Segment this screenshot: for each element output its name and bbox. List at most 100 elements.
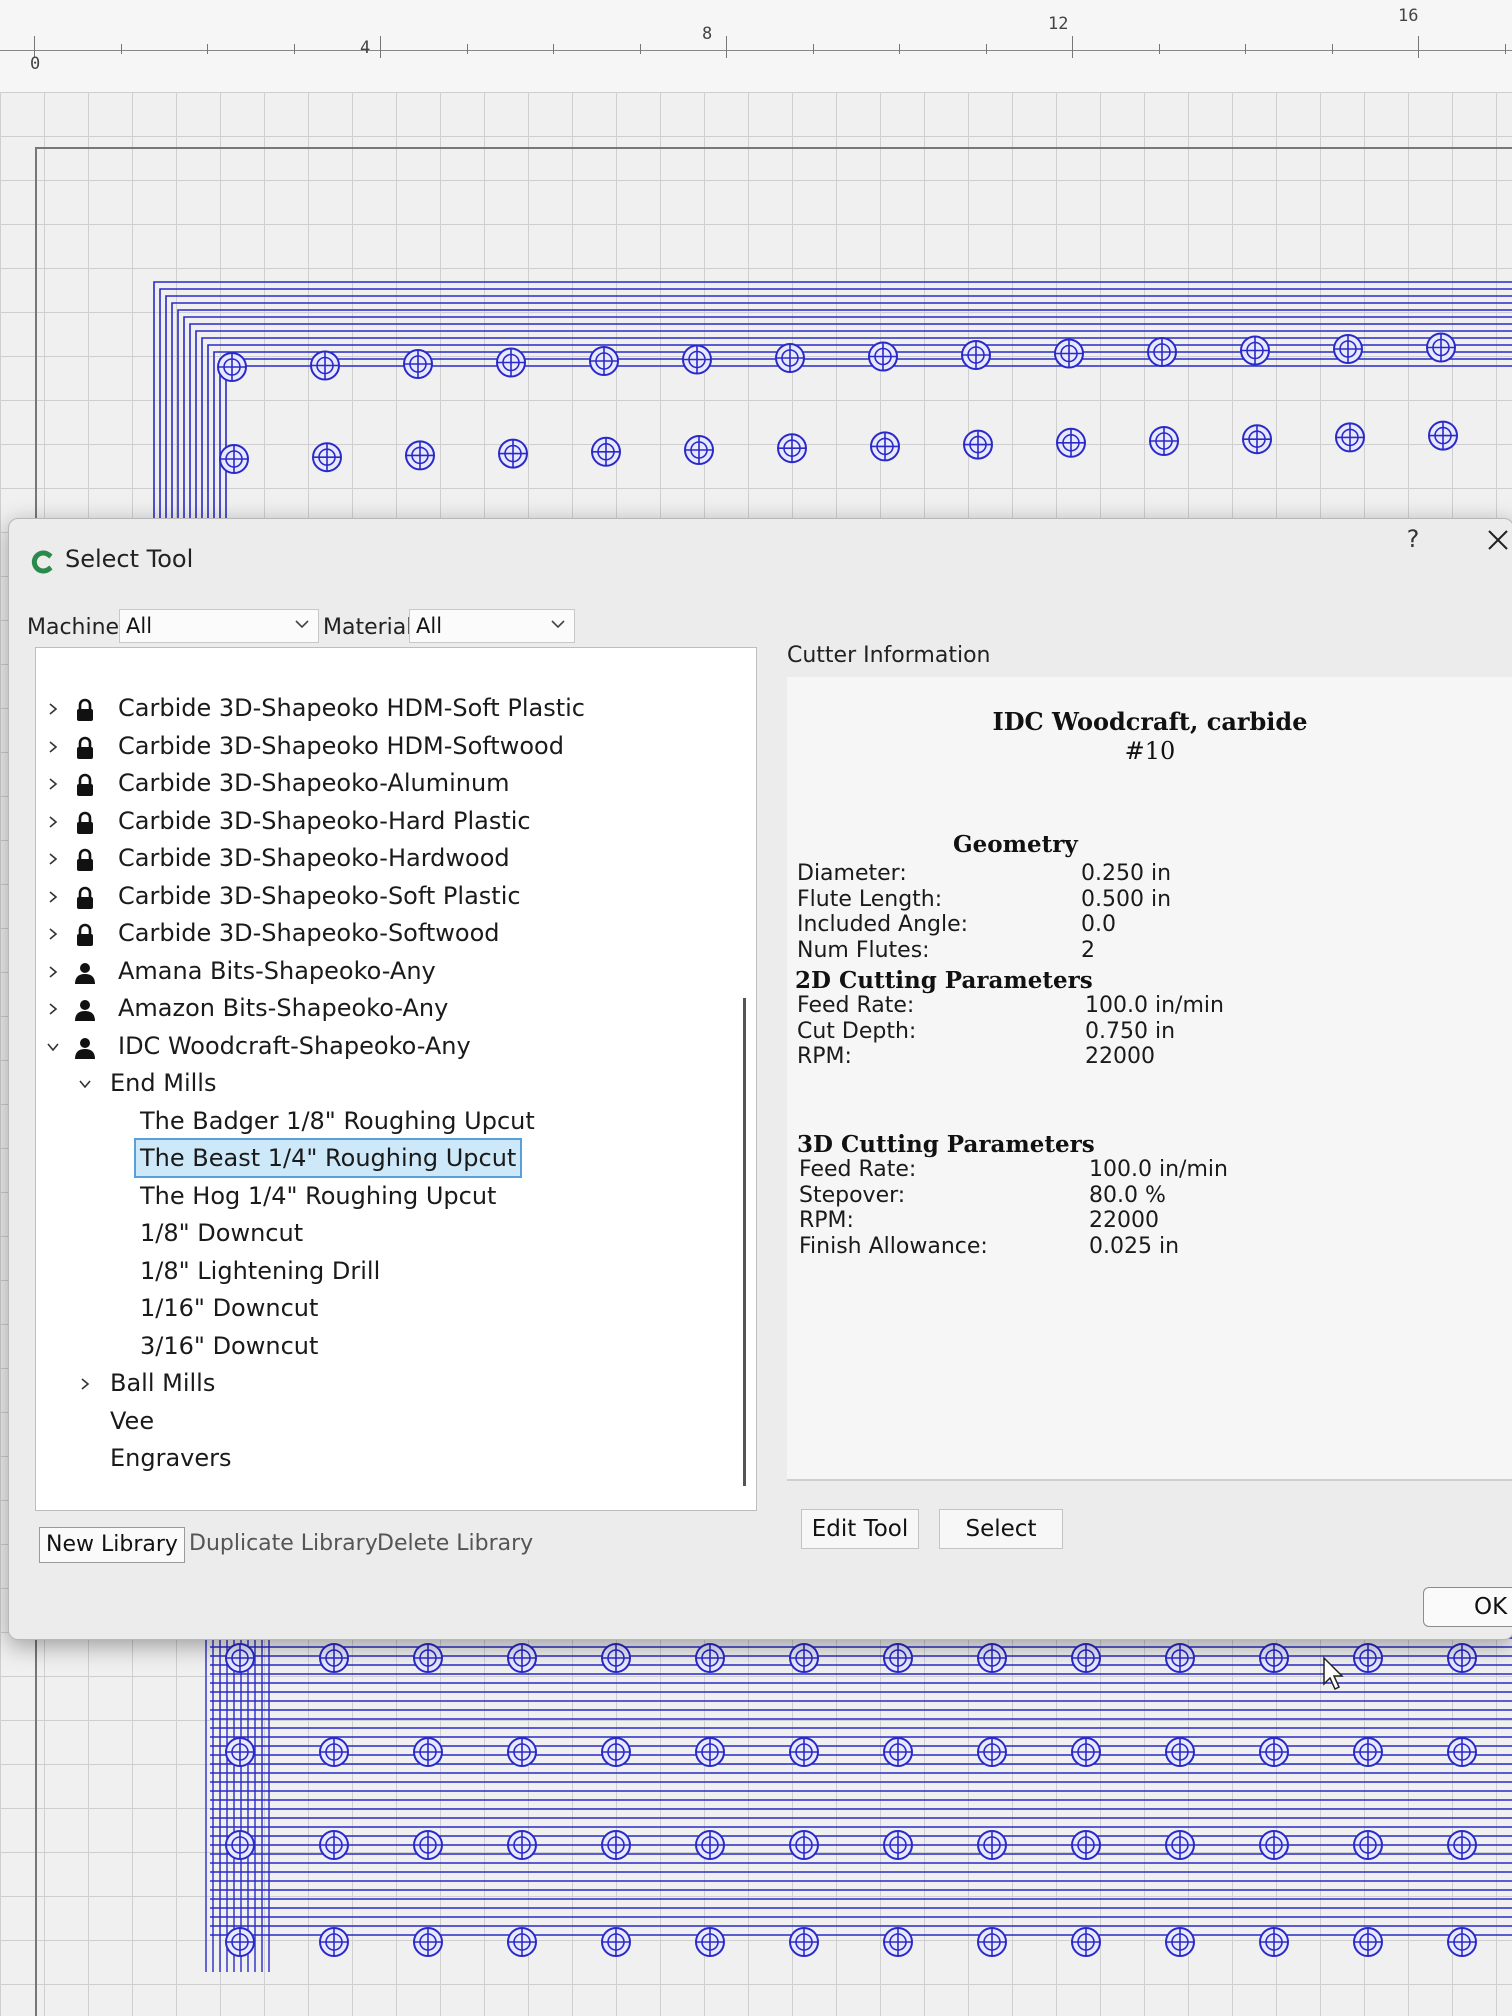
tree-item[interactable]: End Mills (36, 1065, 726, 1101)
hole-marker (1447, 1737, 1477, 1767)
tree-item-selected[interactable]: The Beast 1/4" Roughing Upcut (36, 1138, 726, 1178)
dialog-title-bar[interactable]: Select Tool ? (9, 519, 1512, 583)
new-library-button[interactable]: New Library (39, 1527, 185, 1563)
chevron-right-icon[interactable] (46, 702, 60, 716)
ruler-tick (985, 44, 987, 54)
hole-marker (1353, 1737, 1383, 1767)
help-button[interactable]: ? (1393, 519, 1433, 559)
hole-marker (589, 346, 619, 376)
tool-number: #10 (1124, 737, 1176, 765)
tree-scrollbar[interactable] (743, 998, 746, 1486)
hole-marker (789, 1737, 819, 1767)
geometry-title: Geometry (953, 831, 1078, 858)
user-icon (75, 1000, 95, 1021)
cutting-2d-title: 2D Cutting Parameters (795, 967, 1093, 994)
tree-item-label: 3/16" Downcut (140, 1331, 319, 1360)
hole-marker (1147, 337, 1177, 367)
cutting-3d-title: 3D Cutting Parameters (797, 1131, 1095, 1158)
ruler-label-4: 4 (360, 38, 371, 58)
ruler-tick (726, 36, 727, 58)
hole-marker (789, 1927, 819, 1957)
tree-item[interactable]: Engravers (36, 1440, 726, 1476)
hole-marker (1056, 427, 1086, 458)
edit-tool-button[interactable]: Edit Tool (801, 1509, 919, 1549)
hole-marker (1259, 1927, 1289, 1957)
property-value: 100.0 in/min (1085, 993, 1224, 1018)
lock-icon (77, 773, 93, 796)
tree-item[interactable]: 1/8" Lightening Drill (36, 1253, 726, 1289)
tree-item[interactable]: Carbide 3D-Shapeoko-Hardwood (36, 840, 726, 876)
tool-library-tree[interactable]: Carbide 3D-Shapeoko HDM-Soft Plastic Carb… (35, 647, 757, 1511)
hole-marker (413, 1927, 443, 1957)
property-value: 22000 (1089, 1208, 1159, 1233)
hole-marker (1071, 1927, 1101, 1957)
user-icon (75, 1037, 95, 1059)
hole-marker (883, 1927, 913, 1957)
tree-item-label: Vee (110, 1406, 155, 1435)
property-value: 100.0 in/min (1089, 1157, 1228, 1182)
tree-item[interactable]: Carbide 3D-Shapeoko-Soft Plastic (36, 878, 726, 914)
chevron-right-icon[interactable] (46, 815, 60, 829)
machine-select[interactable]: All (119, 609, 319, 643)
chevron-right-icon[interactable] (46, 852, 60, 866)
hole-marker (219, 444, 249, 474)
chevron-right-icon[interactable] (46, 777, 60, 791)
chevron-right-icon[interactable] (46, 1002, 60, 1016)
tree-item[interactable]: 3/16" Downcut (36, 1328, 726, 1364)
tree-item[interactable]: 1/16" Downcut (36, 1290, 726, 1326)
hole-marker (789, 1830, 819, 1860)
ruler-tick (899, 44, 900, 54)
tree-item[interactable]: Carbide 3D-Shapeoko HDM-Soft Plastic (36, 690, 726, 726)
property-value: 0.500 in (1081, 886, 1172, 912)
tree-item-label: Carbide 3D-Shapeoko HDM-Softwood (118, 731, 564, 760)
material-select[interactable]: All (409, 609, 575, 643)
hole-marker (591, 436, 621, 467)
chevron-right-icon[interactable] (46, 740, 60, 754)
select-button[interactable]: Select (939, 1509, 1063, 1549)
lock-icon (77, 886, 93, 909)
tree-item[interactable]: The Hog 1/4" Roughing Upcut (36, 1178, 726, 1214)
chevron-down-icon[interactable] (46, 1040, 60, 1054)
delete-library-button[interactable]: Delete Library (371, 1527, 539, 1563)
tree-item[interactable]: Carbide 3D-Shapeoko HDM-Softwood (36, 728, 726, 764)
chevron-right-icon[interactable] (46, 927, 60, 941)
hole-marker (601, 1830, 631, 1860)
hole-marker (883, 1643, 913, 1673)
property-label: Included Angle: (797, 912, 969, 937)
tree-item[interactable]: Carbide 3D-Shapeoko-Hard Plastic (36, 803, 726, 839)
hole-marker (868, 341, 898, 372)
tree-item[interactable]: Amazon Bits-Shapeoko-Any (36, 990, 726, 1026)
hole-marker (1259, 1643, 1289, 1673)
tree-item[interactable]: The Badger 1/8" Roughing Upcut (36, 1103, 726, 1139)
hole-marker (225, 1643, 255, 1673)
ok-button[interactable]: OK (1423, 1587, 1512, 1627)
tree-item[interactable]: Ball Mills (36, 1365, 726, 1401)
tree-item[interactable]: Carbide 3D-Shapeoko-Softwood (36, 915, 726, 951)
tree-item[interactable]: Carbide 3D-Shapeoko-Aluminum (36, 765, 726, 801)
hole-marker (496, 347, 526, 378)
chevron-down-icon (295, 620, 309, 629)
tree-item-label: Amana Bits-Shapeoko-Any (118, 956, 436, 985)
duplicate-library-button[interactable]: Duplicate Library (183, 1527, 384, 1563)
tree-item[interactable]: 1/8" Downcut (36, 1215, 726, 1251)
close-button[interactable] (1477, 519, 1512, 559)
hole-marker (1071, 1830, 1101, 1860)
tree-item[interactable]: IDC Woodcraft-Shapeoko-Any (36, 1028, 726, 1064)
chevron-down-icon[interactable] (78, 1077, 92, 1091)
property-value: 80.0 % (1089, 1182, 1166, 1208)
hole-marker (310, 350, 340, 381)
cutter-information-panel: IDC Woodcraft, carbide #10 Geometry Diam… (787, 677, 1512, 1481)
hole-marker (217, 352, 247, 382)
tree-item[interactable]: Vee (36, 1403, 726, 1439)
chevron-right-icon[interactable] (46, 890, 60, 904)
ruler-tick (639, 44, 641, 54)
hole-marker (601, 1737, 631, 1767)
ruler-tick (466, 44, 468, 54)
property-label: RPM: (797, 1044, 852, 1069)
ruler-tick (1072, 36, 1073, 58)
chevron-right-icon[interactable] (46, 965, 60, 979)
chevron-right-icon[interactable] (78, 1377, 92, 1391)
property-label: Diameter: (797, 861, 907, 886)
ruler-tick (1245, 44, 1246, 54)
tree-item[interactable]: Amana Bits-Shapeoko-Any (36, 953, 726, 989)
